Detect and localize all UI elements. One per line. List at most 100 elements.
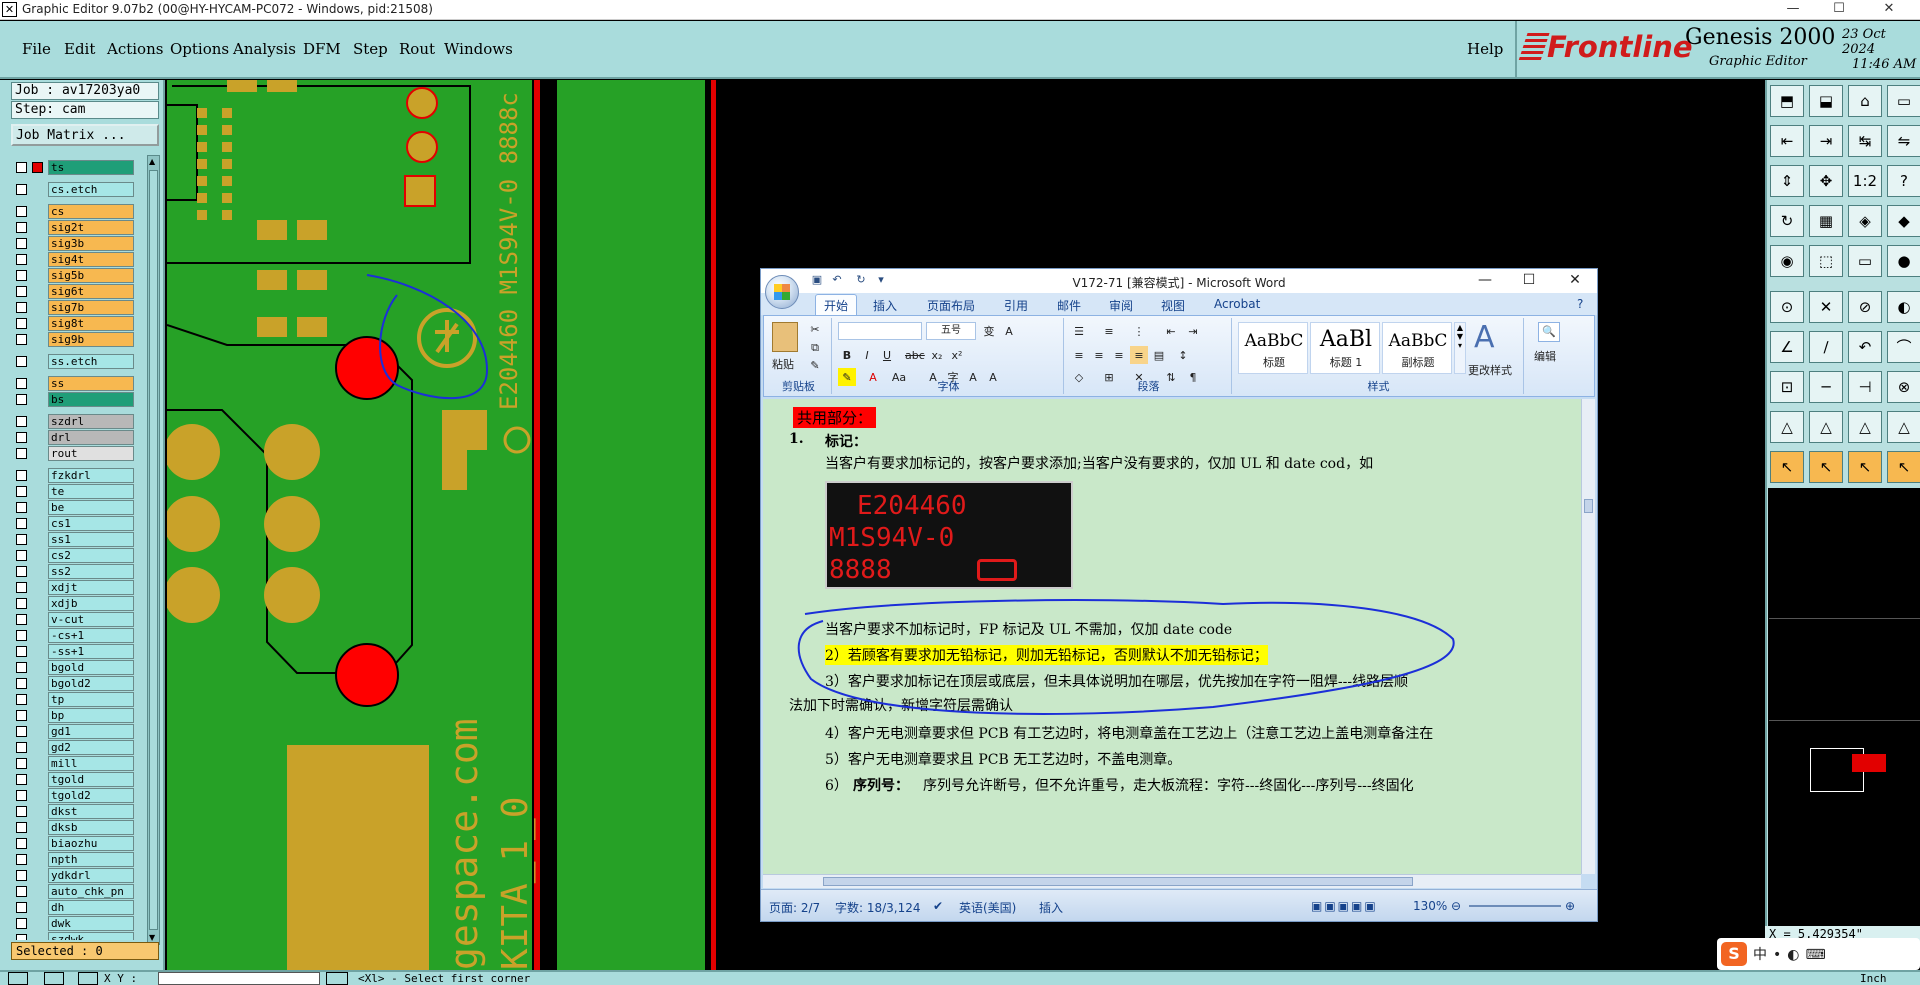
strikethrough-button[interactable]: abc [904, 346, 925, 364]
layer-name[interactable]: gd2 [48, 740, 134, 755]
ratio-tool-icon[interactable]: 1:2 [1848, 165, 1882, 197]
layer-row[interactable]: dh [14, 900, 134, 915]
pause-icon[interactable] [326, 972, 348, 985]
layer-row[interactable]: ts [14, 160, 134, 175]
layer-row[interactable]: sig6t [14, 284, 134, 299]
layer-row[interactable]: szdwk [14, 932, 134, 940]
paste-button[interactable]: 粘贴 [772, 356, 794, 372]
layer-checkbox[interactable] [16, 334, 27, 345]
doc-horizontal-scrollbar[interactable] [763, 874, 1581, 888]
bullets-icon[interactable]: ☰ [1070, 322, 1088, 340]
layer-row[interactable]: sig4t [14, 252, 134, 267]
layer-name[interactable]: dwk [48, 916, 134, 931]
style-subtitle[interactable]: AaBbC 副标题 [1382, 322, 1452, 374]
home-tool-icon[interactable]: ⌂ [1848, 85, 1882, 117]
underline-button[interactable]: U [878, 346, 896, 364]
pan-right-tool-icon[interactable]: ⇥ [1809, 125, 1843, 157]
zoom-in-icon[interactable]: ⊕ [1565, 899, 1575, 913]
layer-checkbox[interactable] [16, 870, 27, 881]
cancel-tool-icon[interactable]: ⊘ [1848, 291, 1882, 323]
layer-name[interactable]: bp [48, 708, 134, 723]
layer-name[interactable]: bs [48, 392, 134, 407]
pan-split-tool-icon[interactable]: ↹ [1848, 125, 1882, 157]
align-center-icon[interactable]: ≡ [1090, 346, 1108, 364]
zoom-level[interactable]: 130% [1413, 899, 1447, 913]
undo-arc-tool-icon[interactable]: ↶ [1848, 331, 1882, 363]
layer-row[interactable]: be [14, 500, 134, 515]
center-tool-icon[interactable]: ✥ [1809, 165, 1843, 197]
window-tool-icon[interactable]: ▭ [1887, 85, 1920, 117]
layer-row[interactable]: xdjt [14, 580, 134, 595]
layer-name[interactable]: tgold [48, 772, 134, 787]
layer-name[interactable]: cs.etch [48, 182, 134, 197]
layer-checkbox[interactable] [16, 534, 27, 545]
layer-row[interactable]: cs1 [14, 516, 134, 531]
layer-checkbox[interactable] [16, 646, 27, 657]
layer-name[interactable]: dh [48, 900, 134, 915]
layer-checkbox[interactable] [16, 614, 27, 625]
layer-row[interactable]: te [14, 484, 134, 499]
layer-name[interactable]: tgold2 [48, 788, 134, 803]
checkbox-icon[interactable] [8, 972, 28, 985]
layer-checkbox[interactable] [16, 518, 27, 529]
layer-checkbox[interactable] [16, 378, 27, 389]
insert-mode[interactable]: 插入 [1039, 899, 1063, 916]
layer-name[interactable]: sig5b [48, 268, 134, 283]
layer-row[interactable]: bp [14, 708, 134, 723]
increase-indent-icon[interactable]: ⇥ [1184, 322, 1202, 340]
numbering-icon[interactable]: ≡ [1100, 322, 1118, 340]
pointer4-tool-icon[interactable]: ↖ [1887, 451, 1920, 483]
pointer3-tool-icon[interactable]: ↖ [1848, 451, 1882, 483]
layer-name[interactable]: bgold [48, 660, 134, 675]
layer-checkbox[interactable] [16, 918, 27, 929]
sogou-ime-icon[interactable]: S [1721, 942, 1747, 966]
layer-name[interactable]: -cs+1 [48, 628, 134, 643]
layer-checkbox[interactable] [16, 822, 27, 833]
layer-row[interactable]: gd1 [14, 724, 134, 739]
layer-name[interactable]: rout [48, 446, 134, 461]
layer-checkbox[interactable] [16, 566, 27, 577]
layer-row[interactable]: mill [14, 756, 134, 771]
doc-vertical-scrollbar[interactable] [1581, 399, 1595, 874]
layer-checkbox[interactable] [16, 662, 27, 673]
layer-name[interactable]: dksb [48, 820, 134, 835]
layer-row[interactable]: -ss+1 [14, 644, 134, 659]
layer-checkbox[interactable] [16, 694, 27, 705]
word-close-button[interactable]: ✕ [1553, 269, 1597, 293]
layer-name[interactable]: te [48, 484, 134, 499]
page-count[interactable]: 页面: 2/7 [769, 899, 820, 916]
help-icon[interactable]: ? [1577, 297, 1583, 311]
layer-affected-marker[interactable] [32, 162, 43, 173]
justify-icon[interactable]: ≡ [1130, 346, 1148, 364]
layer-checkbox[interactable] [16, 886, 27, 897]
layer-checkbox[interactable] [16, 902, 27, 913]
layer-row[interactable]: -cs+1 [14, 628, 134, 643]
layer-name[interactable]: cs [48, 204, 134, 219]
layer-name[interactable]: szdwk [48, 932, 134, 940]
xcross-tool-icon[interactable]: ⊗ [1887, 371, 1920, 403]
office-button[interactable] [765, 275, 799, 309]
angle-tool-icon[interactable]: ∠ [1770, 331, 1804, 363]
layer-row[interactable]: rout [14, 446, 134, 461]
bold-button[interactable]: B [838, 346, 856, 364]
tab-insert[interactable]: 插入 [873, 297, 897, 314]
fit-tool-icon[interactable]: ⇋ [1887, 125, 1920, 157]
snap-tool-icon[interactable]: ◉ [1770, 245, 1804, 277]
style-title[interactable]: AaBbC 标题 [1238, 322, 1308, 374]
layer-checkbox[interactable] [16, 790, 27, 801]
layer-row[interactable]: tgold2 [14, 788, 134, 803]
layer-row[interactable]: drl [14, 430, 134, 445]
tab-references[interactable]: 引用 [1004, 297, 1028, 314]
ime-toolbar-icons[interactable]: 中•◐⌨ [1753, 944, 1832, 964]
hscroll-thumb[interactable] [823, 877, 1413, 886]
distributed-icon[interactable]: ▤ [1150, 346, 1168, 364]
maximize-button[interactable]: ☐ [1816, 0, 1862, 20]
find-icon[interactable]: 🔍 [1538, 322, 1560, 342]
zoom-out-icon[interactable]: ⊖ [1451, 899, 1461, 913]
layer-row[interactable]: bgold2 [14, 676, 134, 691]
multilevel-list-icon[interactable]: ⋮ [1130, 322, 1148, 340]
zoom-prev-tool-icon[interactable]: ⬓ [1809, 85, 1843, 117]
layer-row[interactable]: auto_chk_pn [14, 884, 134, 899]
layer-name[interactable]: gd1 [48, 724, 134, 739]
menu-windows[interactable]: Windows [444, 40, 513, 58]
